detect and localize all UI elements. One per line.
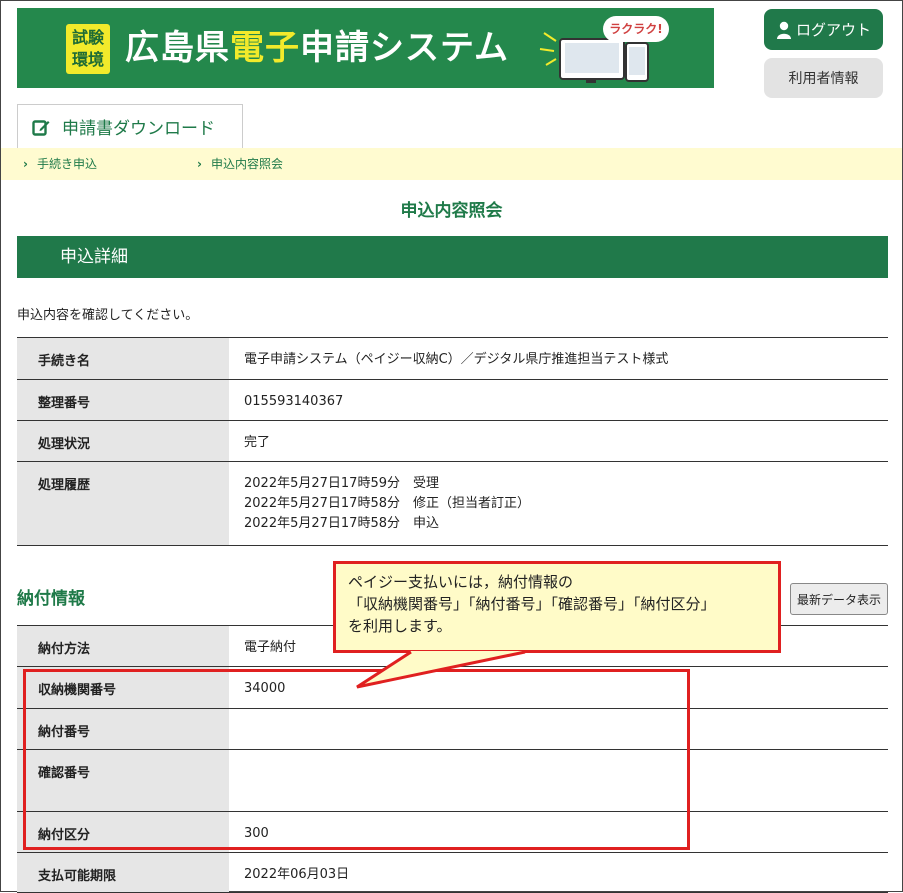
history-entry: 2022年5月27日17時58分 修正（担当者訂正） — [244, 496, 530, 511]
callout-line-1: ペイジー支払いには，納付情報の — [348, 573, 574, 591]
breadcrumb-item-procedure[interactable]: › 手続き申込 — [23, 148, 97, 180]
breadcrumb-label: 手続き申込 — [36, 157, 97, 171]
refresh-data-button[interactable]: 最新データ表示 — [790, 583, 888, 615]
row-label: 納付方法 — [17, 625, 229, 667]
user-info-button[interactable]: 利用者情報 — [764, 58, 883, 98]
logout-label: ログアウト — [795, 21, 871, 39]
row-label: 処理状況 — [17, 420, 229, 462]
row-label: 整理番号 — [17, 379, 229, 421]
table-row: 支払可能期限 2022年06月03日 — [17, 852, 888, 893]
title-part-3: 申 — [300, 28, 335, 68]
breadcrumb-item-inquiry[interactable]: › 申込内容照会 — [197, 148, 283, 180]
table-row: 処理履歴 2022年5月27日17時59分 受理 2022年5月27日17時58… — [17, 461, 888, 546]
row-label: 支払可能期限 — [17, 852, 229, 893]
application-detail-table: 手続き名 電子申請システム（ペイジー収納C）／デジタル県庁推進担当テスト様式 整… — [17, 337, 888, 546]
row-label: 処理履歴 — [17, 461, 229, 546]
badge-line-1: 試験 — [71, 28, 104, 47]
chevron-right-icon: › — [197, 157, 202, 171]
title-part-4: 請システム — [335, 28, 509, 68]
callout-pointer — [356, 651, 526, 689]
form-download-tab[interactable]: 申請書ダウンロード — [17, 104, 243, 148]
breadcrumb-label: 申込内容照会 — [210, 157, 283, 171]
test-environment-badge: 試験 環境 — [66, 24, 110, 74]
logout-button[interactable]: ログアウト — [764, 9, 883, 50]
site-title: 広島県電子申請システム — [125, 26, 509, 70]
row-label: 手続き名 — [17, 337, 229, 380]
badge-line-2: 環境 — [71, 50, 104, 69]
rakuraku-bubble: ラクラク! — [603, 16, 669, 42]
site-banner[interactable]: 試験 環境 広島県電子申請システム ラクラク! — [17, 8, 714, 88]
history-entry: 2022年5月27日17時59分 受理 — [244, 476, 439, 491]
row-value: 電子申請システム（ペイジー収納C）／デジタル県庁推進担当テスト様式 — [229, 337, 888, 380]
annotation-callout: ペイジー支払いには，納付情報の 「収納機関番号」「納付番号」「確認番号」「納付区… — [333, 561, 781, 653]
user-icon — [776, 21, 791, 39]
table-row: 整理番号 015593140367 — [17, 379, 888, 421]
payment-section-title: 納付情報 — [17, 589, 85, 609]
intro-text: 申込内容を確認してください。 — [17, 308, 199, 323]
row-value: 2022年5月27日17時59分 受理 2022年5月27日17時58分 修正（… — [229, 461, 888, 546]
row-value: 完了 — [229, 420, 888, 462]
user-info-label: 利用者情報 — [788, 71, 859, 87]
callout-line-2: 「収納機関番号」「納付番号」「確認番号」「納付区分」 — [348, 595, 716, 613]
row-value: 2022年06月03日 — [229, 852, 888, 893]
section-header: 申込詳細 — [17, 236, 888, 278]
table-row: 処理状況 完了 — [17, 420, 888, 462]
chevron-right-icon: › — [23, 157, 28, 171]
edit-document-icon — [32, 119, 50, 136]
title-part-2: 電子 — [230, 28, 300, 68]
title-part-1: 広島県 — [125, 28, 230, 68]
table-row: 手続き名 電子申請システム（ペイジー収納C）／デジタル県庁推進担当テスト様式 — [17, 337, 888, 380]
row-value: 015593140367 — [229, 379, 888, 421]
history-entry: 2022年5月27日17時58分 申込 — [244, 516, 439, 531]
refresh-label: 最新データ表示 — [796, 592, 881, 607]
breadcrumb: › 手続き申込 › 申込内容照会 — [1, 148, 902, 180]
form-download-label: 申請書ダウンロード — [62, 119, 215, 139]
callout-line-3: を利用します。 — [348, 617, 452, 635]
payment-fields-highlight — [23, 669, 690, 850]
page-title: 申込内容照会 — [400, 201, 503, 221]
